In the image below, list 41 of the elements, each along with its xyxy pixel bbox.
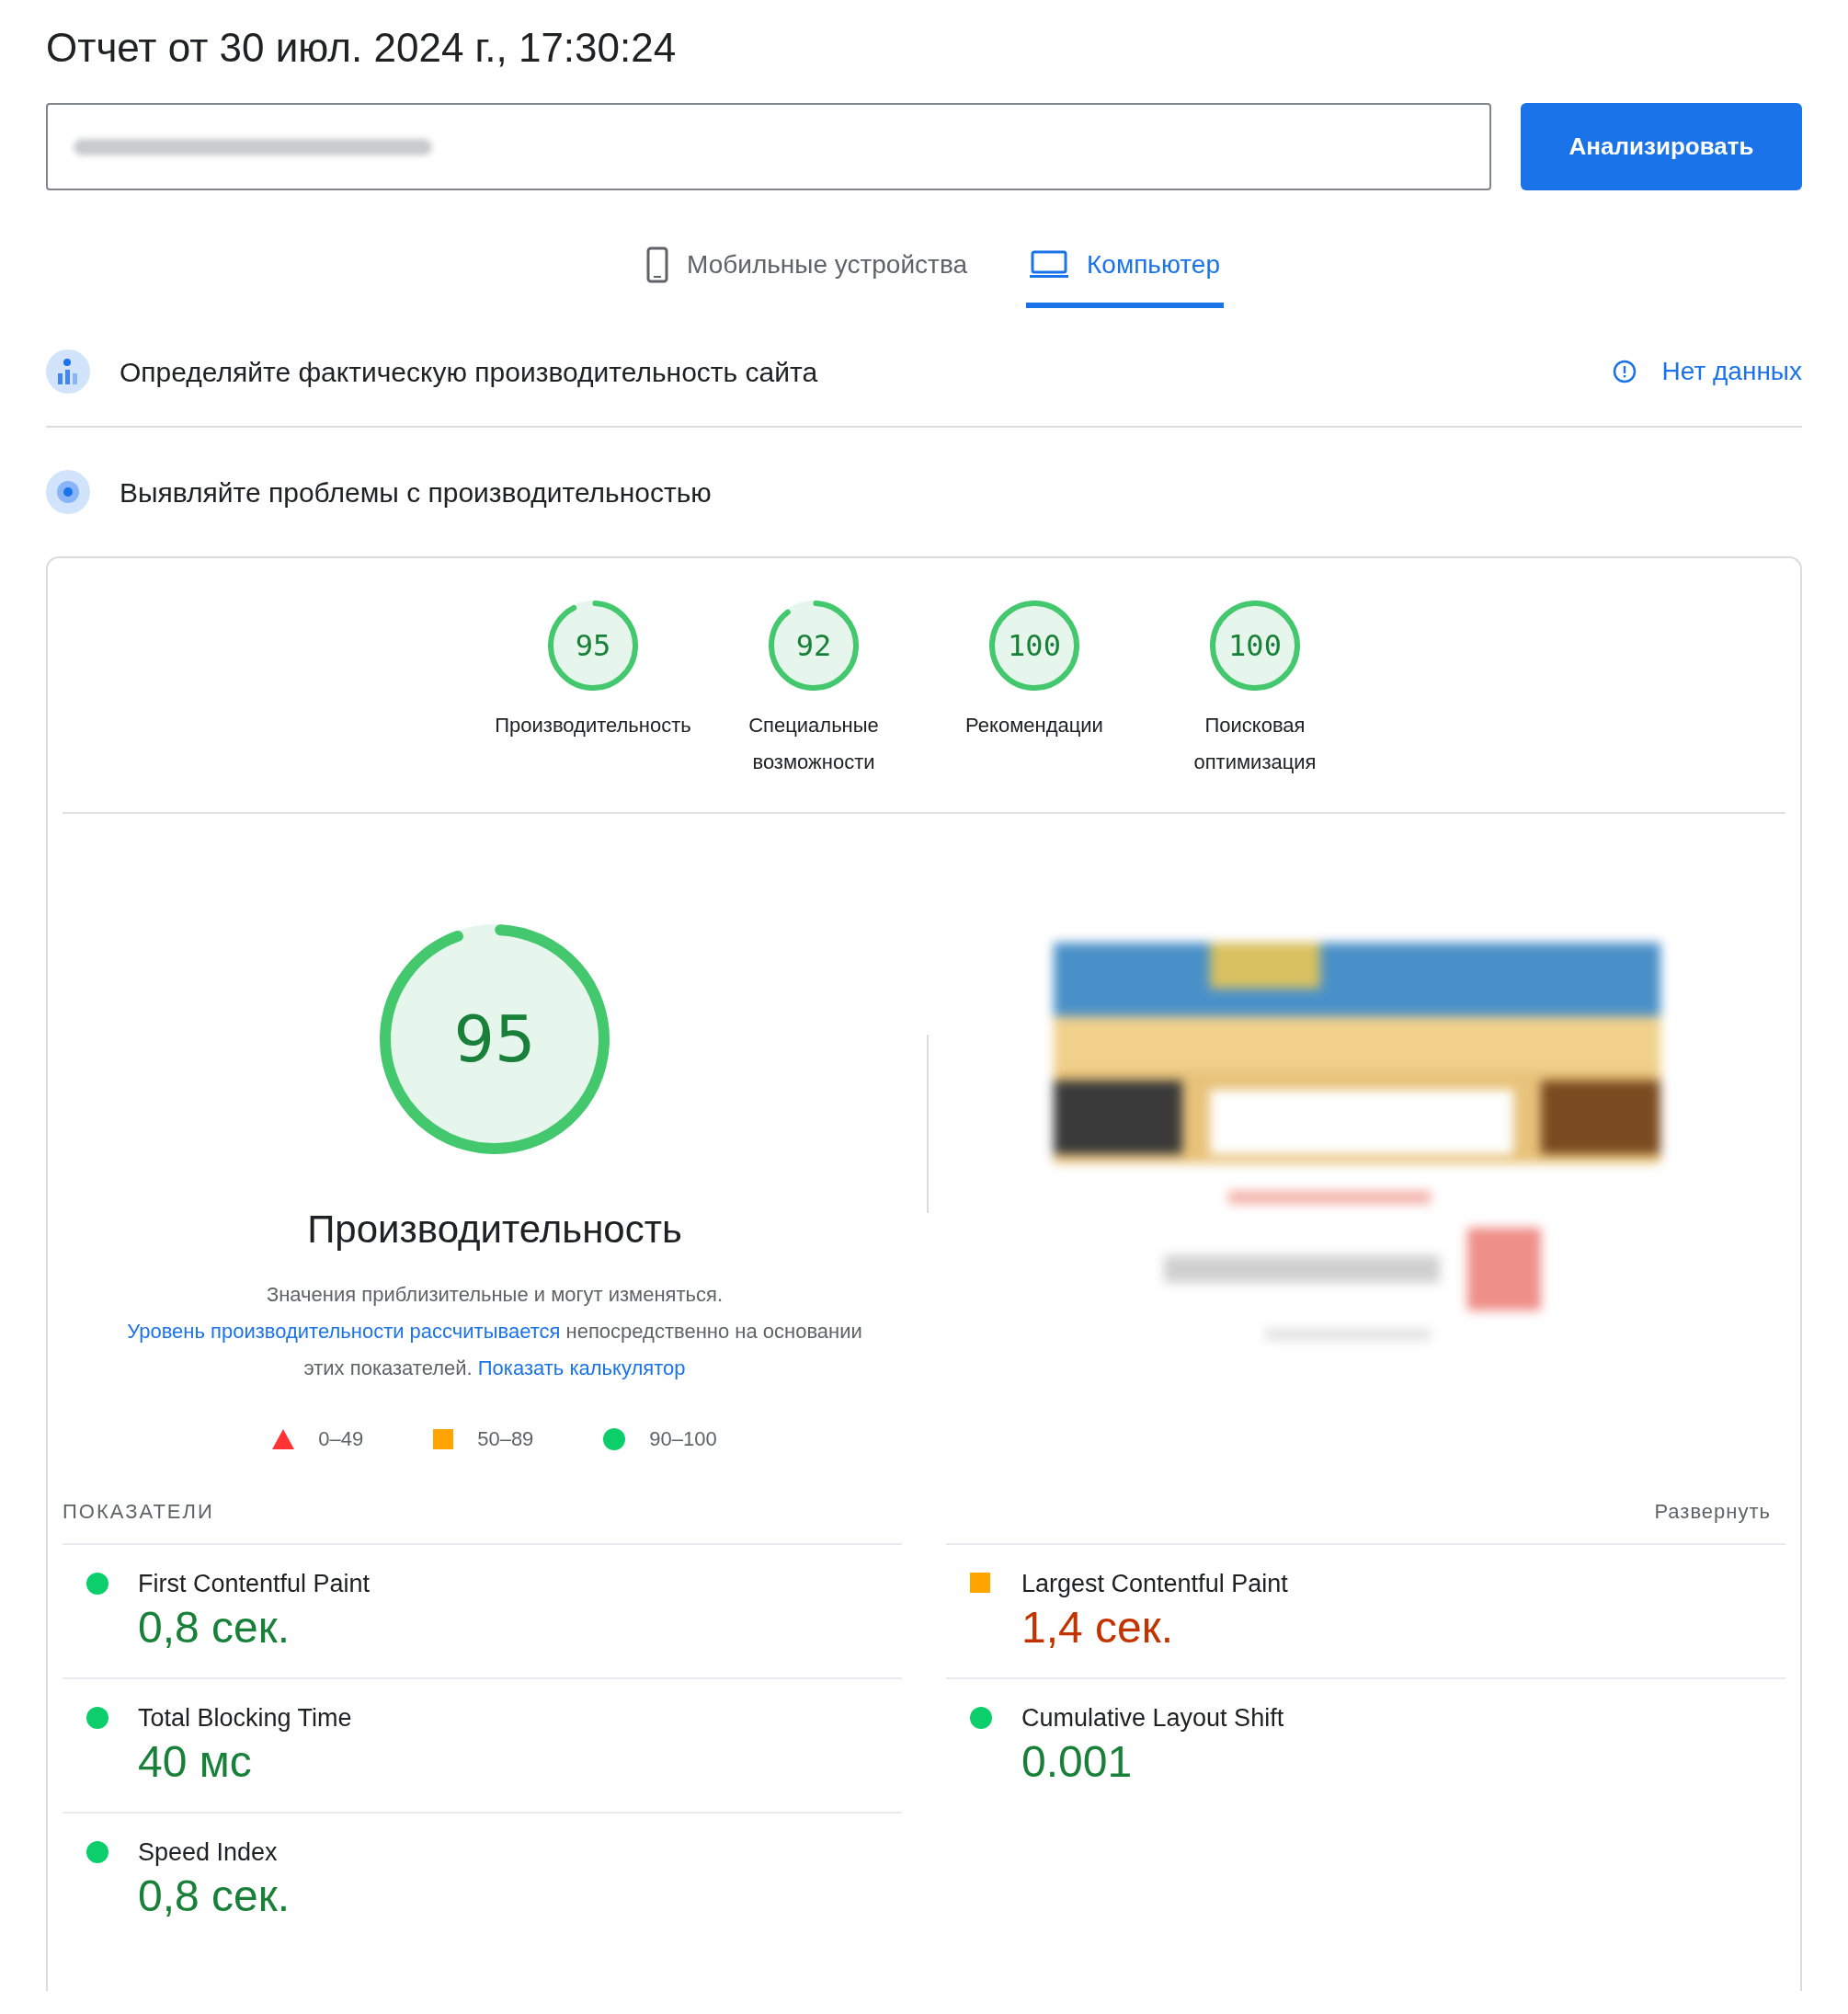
metric-name: Total Blocking Time [138, 1703, 352, 1734]
analyze-button[interactable]: Анализировать [1521, 103, 1802, 190]
link[interactable]: Показать калькулятор [477, 1356, 686, 1379]
url-input-field[interactable] [46, 103, 1491, 190]
metrics-heading: ПОКАЗАТЕЛИ [63, 1499, 214, 1525]
score-gauge: 100 [1210, 601, 1300, 691]
metric-value: 1,4 сек. [1021, 1602, 1175, 1654]
category-label[interactable]: Специальные возможности [703, 707, 924, 781]
category-label[interactable]: Производительность [483, 707, 703, 744]
section-title: Выявляйте проблемы с производительностью [120, 475, 712, 509]
device-tab[interactable]: Мобильные устройства [643, 227, 972, 308]
phone-icon [646, 246, 669, 283]
metric-value: 40 мс [138, 1736, 253, 1788]
report-title: Отчет от 30 июл. 2024 г., 17:30:24 [46, 24, 678, 72]
metric-value: 0,8 сек. [138, 1602, 291, 1654]
score-gauge: 95 [380, 924, 610, 1154]
metric-name: Largest Contentful Paint [1021, 1569, 1288, 1599]
range-label: 0–49 [318, 1426, 364, 1452]
metric-name: Cumulative Layout Shift [1021, 1703, 1284, 1734]
metric-name: Speed Index [138, 1837, 279, 1868]
link[interactable]: Уровень производительности рассчитывается [127, 1320, 561, 1343]
expand-button[interactable]: Развернуть [1654, 1496, 1771, 1527]
info-icon [1612, 360, 1637, 383]
score-gauge: 92 [769, 601, 859, 691]
target-icon [46, 470, 90, 514]
no-data-link[interactable]: Нет данных [1661, 352, 1802, 391]
device-tab[interactable]: Компьютер [1026, 227, 1224, 308]
category-label[interactable]: Поисковая оптимизация [1145, 707, 1365, 781]
range-label: 50–89 [477, 1426, 534, 1452]
score-gauge: 100 [989, 601, 1079, 691]
range-label: 90–100 [649, 1426, 717, 1452]
metric-value: 0,8 сек. [138, 1871, 291, 1922]
metric-name: First Contentful Paint [138, 1569, 371, 1599]
category-label[interactable]: Рекомендации [924, 707, 1145, 744]
metric-value: 0.001 [1021, 1736, 1134, 1788]
category-title: Производительность [307, 1207, 682, 1253]
laptop-icon [1030, 250, 1069, 280]
chart-icon [46, 349, 90, 394]
section-title: Определяйте фактическую производительность сайта [120, 355, 819, 389]
score-gauge: 95 [548, 601, 638, 691]
description-text: Значения приблизительные и могут изменяться. Уровень производительности рассчитывается непосредственно на основании этих показателей. Показать калькулятор [126, 1282, 863, 1381]
